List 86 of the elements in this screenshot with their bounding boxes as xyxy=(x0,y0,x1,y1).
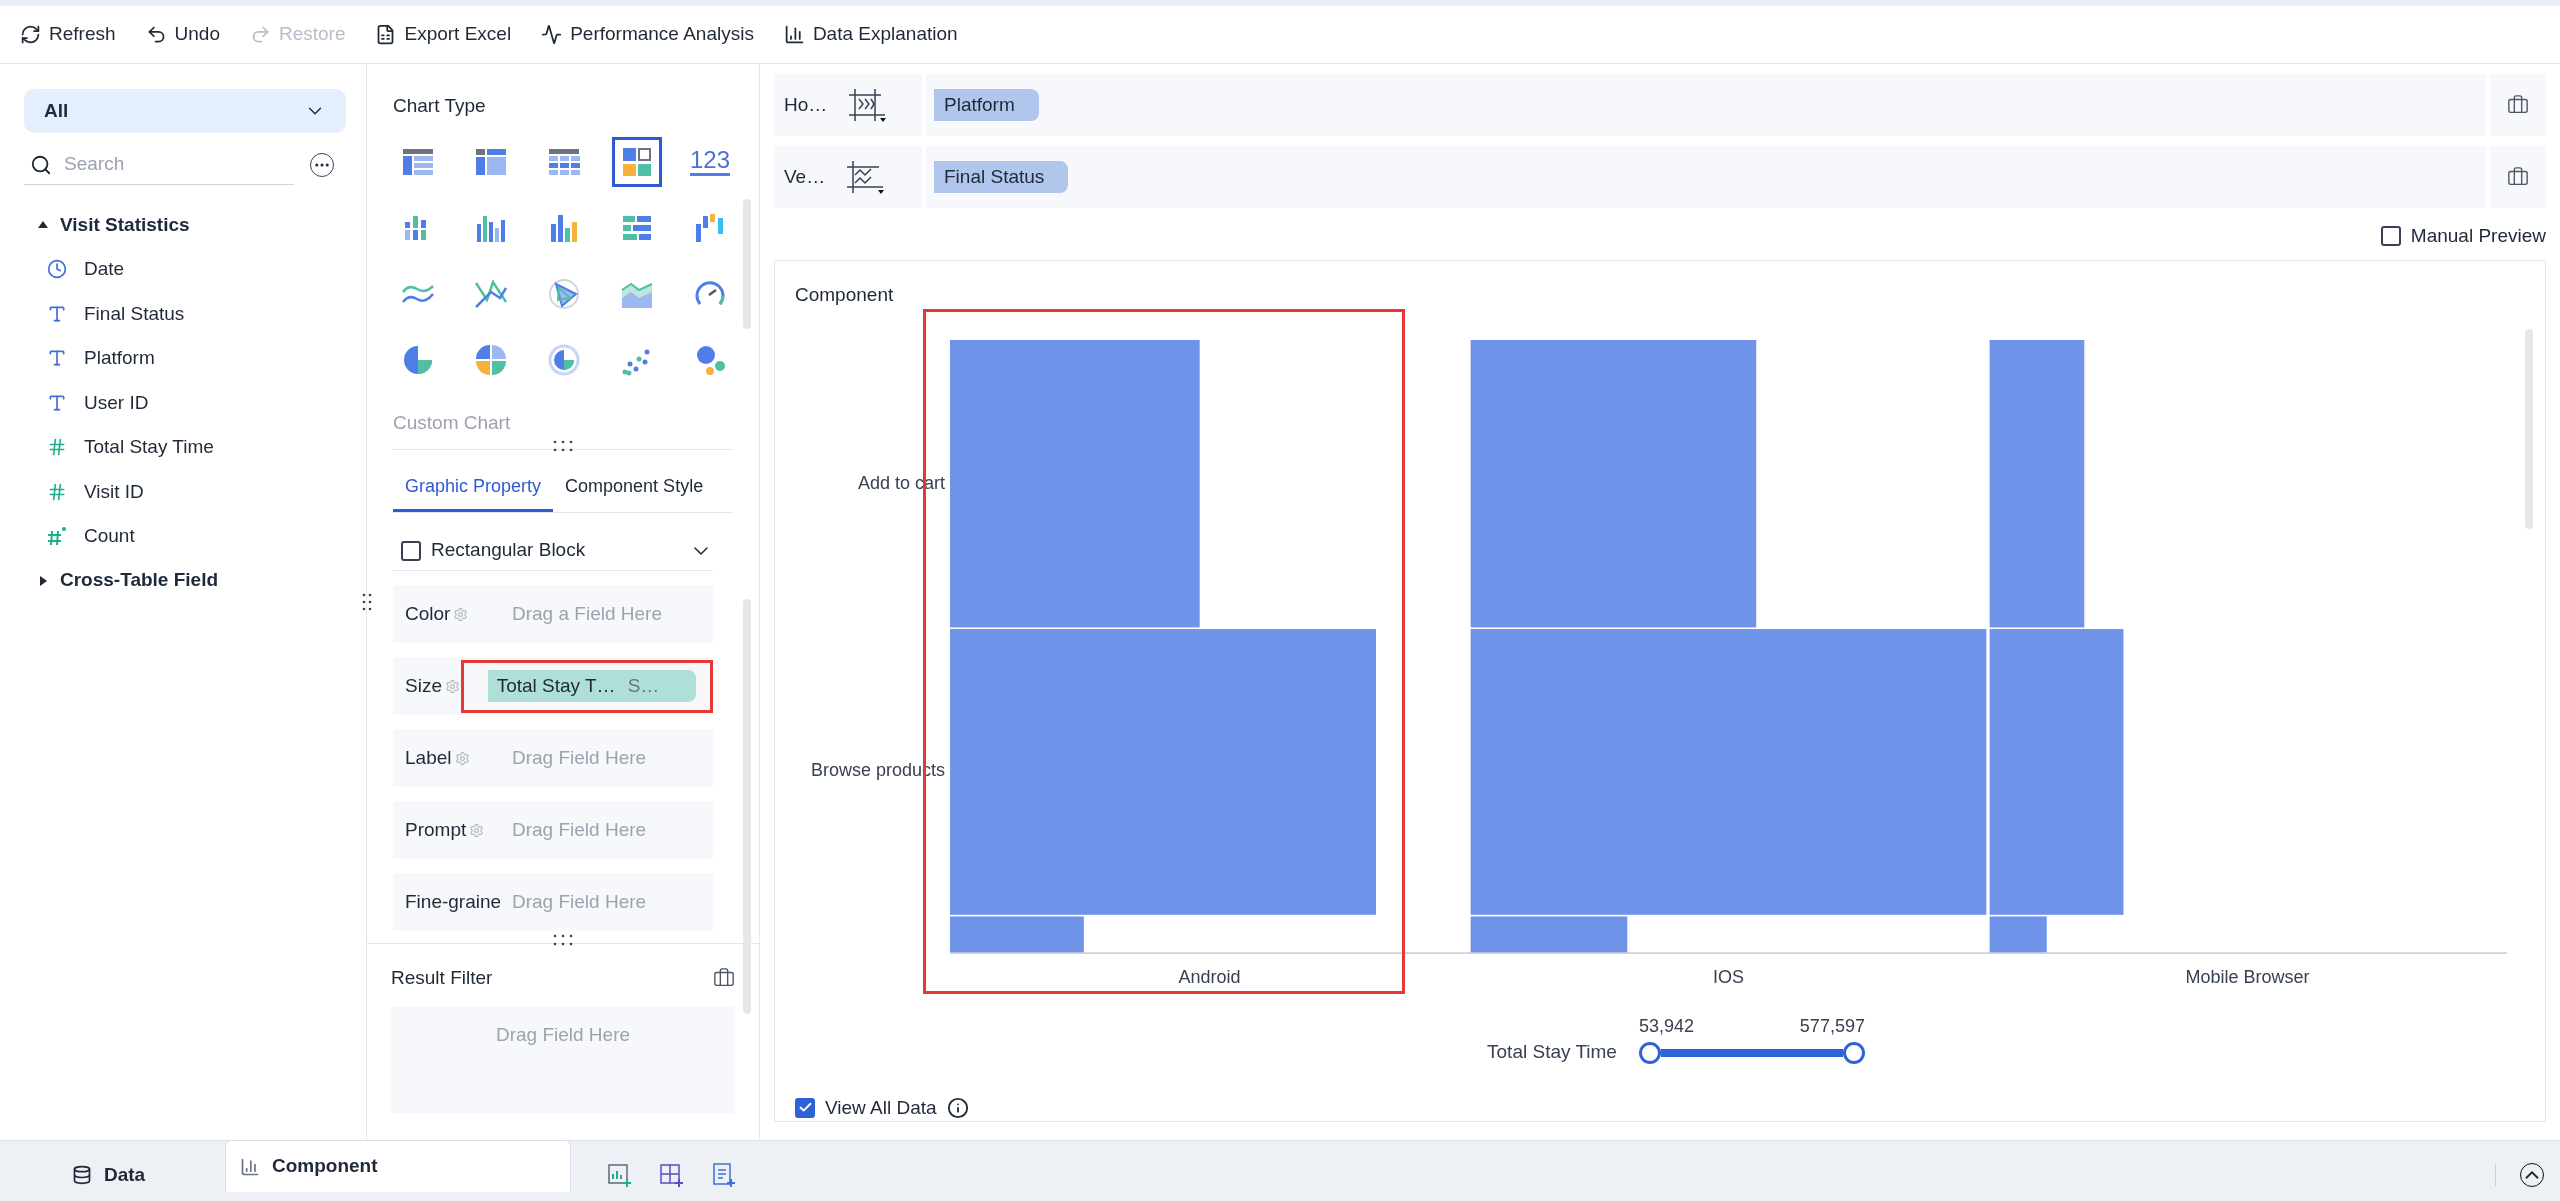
chart-line-icon xyxy=(541,24,563,45)
scrollbar[interactable] xyxy=(743,599,751,1014)
toolbar-button[interactable]: Refresh xyxy=(20,20,116,49)
database-icon xyxy=(72,1165,92,1185)
chart-type-option[interactable]: 123 xyxy=(685,136,735,187)
scrollbar[interactable] xyxy=(743,199,751,329)
checkbox-label: Manual Preview xyxy=(2410,223,2546,248)
briefcase-icon[interactable] xyxy=(2507,94,2529,116)
property-label: Color xyxy=(405,601,451,626)
field-label: User ID xyxy=(84,390,149,415)
field-item[interactable]: Date xyxy=(24,247,342,292)
property-label: Fine-graine xyxy=(405,889,500,914)
category-dropdown[interactable]: All xyxy=(24,89,346,133)
text-type-icon xyxy=(47,348,67,369)
toolbar-button[interactable]: Data Explanation xyxy=(783,20,958,49)
axis-selector[interactable]: Ve… xyxy=(774,146,922,208)
field-chip[interactable]: Platform xyxy=(934,89,1039,121)
manual-preview-checkbox[interactable] xyxy=(2380,226,2401,246)
slider-handle[interactable] xyxy=(1638,1041,1661,1064)
field-item[interactable]: Final Status xyxy=(24,291,342,336)
briefcase-icon[interactable] xyxy=(2507,166,2529,188)
property-label: Label xyxy=(405,745,452,770)
slider-handle[interactable] xyxy=(1842,1041,1865,1064)
field-label: Date xyxy=(84,257,125,281)
axis-selector[interactable]: Ho… xyxy=(774,74,922,136)
axis-label: IOS xyxy=(1713,965,1744,989)
info-icon[interactable] xyxy=(946,1096,969,1119)
checkbox-label: View All Data xyxy=(825,1095,937,1120)
axis-label: Mobile Browser xyxy=(2185,965,2310,989)
drag-handle-icon[interactable] xyxy=(553,440,573,452)
block-label: Rectangular Block xyxy=(431,538,587,563)
field-label: Count xyxy=(84,524,135,548)
slider-label: Total Stay Time xyxy=(1487,1040,1617,1064)
field-item[interactable]: Total Stay Time xyxy=(24,425,342,470)
axis-label: Android xyxy=(1178,965,1241,989)
field-item[interactable]: User ID xyxy=(24,380,342,425)
hash-star-icon xyxy=(46,525,68,548)
search-field[interactable]: Search xyxy=(64,150,264,179)
slider-reading: 53,942 xyxy=(1638,1014,1694,1038)
toolbar-button[interactable]: Export Excel xyxy=(375,20,512,49)
resize-handle-icon[interactable] xyxy=(362,592,372,612)
toolbar-button[interactable]: Performance Analysis xyxy=(541,20,754,49)
group-label[interactable]: Cross-Table Field xyxy=(60,566,218,595)
section-title: Chart Type xyxy=(393,94,487,118)
bar-chart-icon xyxy=(240,1156,260,1177)
chart-type-option[interactable] xyxy=(612,136,662,187)
add-table-icon[interactable] xyxy=(659,1162,685,1188)
axis-label: Ho… xyxy=(784,92,828,117)
field-label: Total Stay Time xyxy=(84,435,214,459)
refresh-icon xyxy=(20,24,41,45)
axis-icon xyxy=(845,159,886,195)
field-label: Visit ID xyxy=(84,479,144,504)
add-chart-icon[interactable] xyxy=(607,1162,633,1188)
field-item[interactable]: Visit ID xyxy=(24,469,342,514)
card-title: Component xyxy=(795,283,895,307)
field-label: Platform xyxy=(84,346,155,370)
hash-icon xyxy=(47,437,67,458)
section-title: Result Filter xyxy=(391,966,493,990)
bar-chart-icon xyxy=(783,24,805,45)
axis-label: Ve… xyxy=(784,164,826,189)
property-label: Size xyxy=(405,673,442,698)
field-item[interactable]: Count xyxy=(24,514,342,559)
axis-icon xyxy=(847,87,888,123)
add-report-icon[interactable] xyxy=(711,1162,737,1188)
property-label: Prompt xyxy=(405,817,467,842)
caret-down-icon[interactable] xyxy=(38,220,48,230)
toolbar-button[interactable]: Undo xyxy=(145,20,220,49)
view-all-checkbox[interactable] xyxy=(795,1097,815,1118)
drag-handle-icon[interactable] xyxy=(553,934,573,946)
bottom-tab[interactable]: Component xyxy=(225,1140,571,1192)
hash-icon xyxy=(47,481,67,502)
slider-reading: 577,597 xyxy=(1799,1014,1865,1038)
caret-right-icon[interactable] xyxy=(38,575,48,586)
field-item[interactable]: Platform xyxy=(24,336,342,381)
property-tab[interactable]: Graphic Property xyxy=(393,464,554,512)
search-icon xyxy=(30,153,52,176)
block-checkbox[interactable] xyxy=(401,540,421,561)
bottom-tab[interactable]: Data xyxy=(0,1149,225,1201)
field-label: Final Status xyxy=(84,301,185,326)
field-chip[interactable]: Final Status xyxy=(934,161,1069,193)
clock-icon xyxy=(47,259,67,280)
property-tab[interactable]: Component Style xyxy=(553,464,716,512)
field-chip[interactable]: Total Stay T… S… xyxy=(487,670,696,702)
range-slider[interactable] xyxy=(1638,1041,1865,1064)
scrollbar[interactable] xyxy=(2525,329,2533,529)
group-label[interactable]: Visit Statistics xyxy=(60,210,190,240)
